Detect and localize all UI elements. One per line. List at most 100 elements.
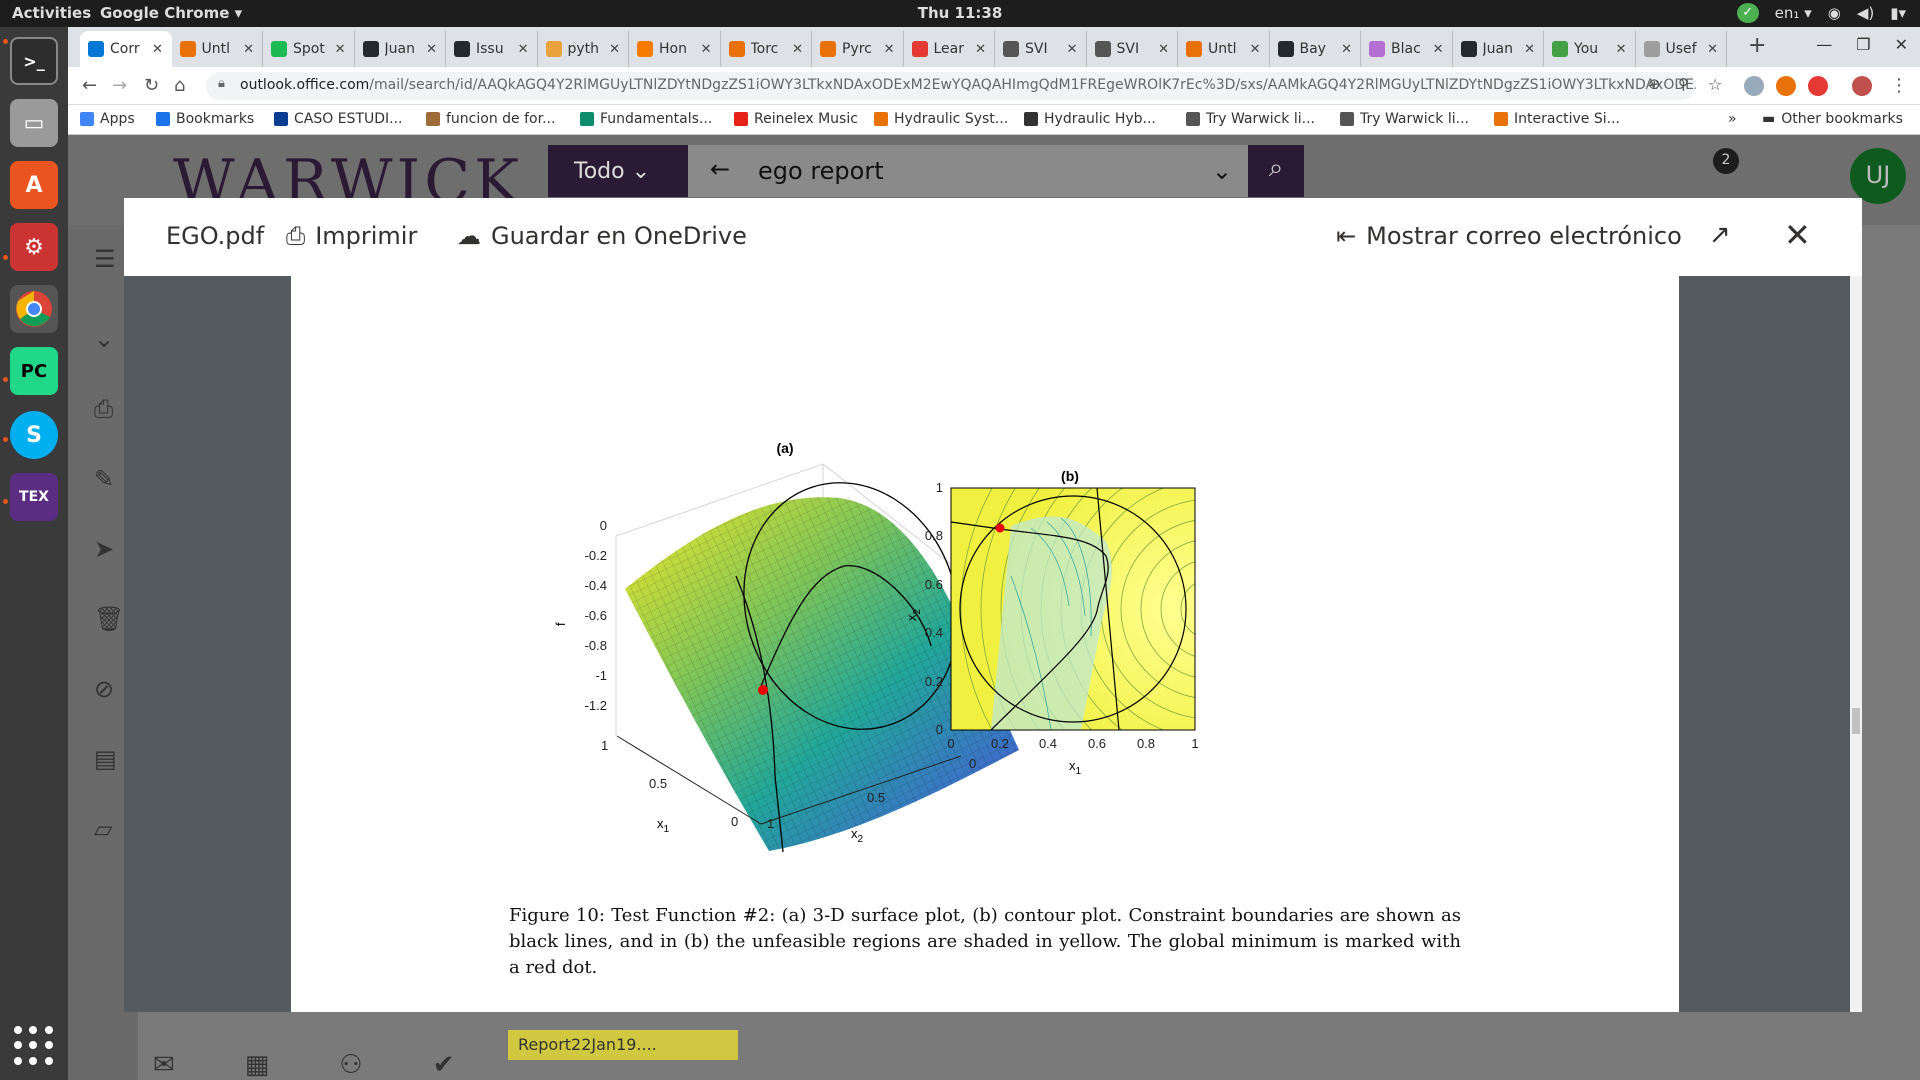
- bookmark-item[interactable]: Apps: [80, 111, 135, 127]
- collapse-chevron-icon[interactable]: ⌄: [94, 325, 114, 353]
- scrollbar-thumb[interactable]: [1852, 708, 1860, 734]
- tab-close-icon[interactable]: ✕: [975, 42, 986, 57]
- tab-close-icon[interactable]: ✕: [1250, 42, 1261, 57]
- back-arrow-icon[interactable]: ←: [710, 155, 730, 183]
- search-scope-dropdown[interactable]: Todo ⌄: [548, 145, 688, 197]
- tab-close-icon[interactable]: ✕: [1433, 42, 1444, 57]
- address-bar[interactable]: 🔒︎ outlook.office.com/mail/search/id/AAQ…: [206, 72, 1696, 100]
- home-button[interactable]: ⌂: [174, 75, 185, 96]
- pycharm-icon[interactable]: PC: [10, 347, 58, 395]
- tab[interactable]: Torc ✕: [721, 31, 812, 67]
- tab[interactable]: Juan ✕: [355, 31, 446, 67]
- new-tab-button[interactable]: +: [1748, 33, 1766, 58]
- chrome-icon[interactable]: [10, 285, 58, 333]
- tab[interactable]: Blac ✕: [1361, 31, 1453, 67]
- bookmark-item[interactable]: Try Warwick li...: [1340, 111, 1469, 127]
- popout-icon[interactable]: ↗: [1709, 220, 1731, 250]
- chevron-down-icon[interactable]: ⌄: [1212, 157, 1232, 185]
- tab[interactable]: You ✕: [1544, 31, 1636, 67]
- forward-button[interactable]: →: [112, 75, 127, 96]
- viewer-scrollbar[interactable]: [1850, 276, 1862, 1012]
- close-icon[interactable]: ✕: [1784, 216, 1811, 254]
- tab[interactable]: Pyrc ✕: [812, 31, 904, 67]
- avatar[interactable]: UJ: [1850, 148, 1906, 204]
- bookmark-item[interactable]: Bookmarks: [156, 111, 254, 127]
- restore-button[interactable]: ❐: [1856, 35, 1870, 54]
- hamburger-menu-icon[interactable]: ☰: [94, 245, 116, 273]
- people-icon[interactable]: ⚇: [339, 1050, 362, 1080]
- tab[interactable]: Corr ✕: [80, 31, 172, 67]
- tab-close-icon[interactable]: ✕: [1158, 42, 1169, 57]
- language-indicator[interactable]: en₁ ▾: [1775, 4, 1812, 22]
- attachment-chip[interactable]: Report22Jan19....: [508, 1030, 738, 1060]
- zoom-icon[interactable]: ⚲: [1678, 75, 1689, 93]
- tab[interactable]: SVI ✕: [995, 31, 1087, 67]
- tab[interactable]: Lear ✕: [904, 31, 995, 67]
- archive-icon[interactable]: ▤: [94, 745, 117, 773]
- tab[interactable]: pyth ✕: [538, 31, 629, 67]
- close-window-button[interactable]: ✕: [1895, 35, 1908, 54]
- save-onedrive-button[interactable]: ☁ Guardar en OneDrive: [457, 222, 747, 250]
- drafts-pencil-icon[interactable]: ✎: [94, 465, 114, 493]
- software-center-icon[interactable]: A: [10, 161, 58, 209]
- tasks-check-icon[interactable]: ✔: [433, 1050, 455, 1080]
- bookmark-item[interactable]: Hydraulic Hyb...: [1024, 111, 1156, 127]
- activities-button[interactable]: Activities: [12, 4, 91, 22]
- bookmark-item[interactable]: Try Warwick li...: [1186, 111, 1315, 127]
- tab-close-icon[interactable]: ✕: [1616, 42, 1627, 57]
- print-button[interactable]: ⎙ Imprimir: [286, 222, 417, 250]
- bookmark-star-icon[interactable]: ☆: [1708, 75, 1722, 94]
- tab-close-icon[interactable]: ✕: [1067, 42, 1078, 57]
- search-button[interactable]: ⌕: [1248, 145, 1304, 197]
- terminal-icon[interactable]: >_: [10, 37, 58, 85]
- tab[interactable]: Juan ✕: [1453, 31, 1544, 67]
- tab-close-icon[interactable]: ✕: [426, 42, 437, 57]
- battery-icon[interactable]: ▮▾: [1890, 4, 1906, 22]
- calendar-icon[interactable]: ▦: [245, 1050, 270, 1080]
- minimize-button[interactable]: —: [1816, 35, 1832, 54]
- bookmark-item[interactable]: Fundamentals...: [580, 111, 712, 127]
- inbox-icon[interactable]: ⎙: [94, 395, 113, 423]
- update-check-icon[interactable]: ✓: [1736, 3, 1759, 23]
- extension-icon[interactable]: [1808, 76, 1828, 96]
- tab-close-icon[interactable]: ✕: [1524, 42, 1535, 57]
- app-menu[interactable]: Google Chrome ▾: [100, 4, 242, 22]
- volume-icon[interactable]: ◀): [1857, 4, 1874, 22]
- tab-close-icon[interactable]: ✕: [1341, 42, 1352, 57]
- junk-icon[interactable]: ⊘: [94, 675, 114, 703]
- profile-icon[interactable]: [1852, 76, 1872, 96]
- extension-icon[interactable]: [1776, 76, 1796, 96]
- wifi-icon[interactable]: ◉: [1828, 4, 1841, 22]
- tab-close-icon[interactable]: ✕: [792, 42, 803, 57]
- tab[interactable]: Issu ✕: [446, 31, 538, 67]
- notification-badge[interactable]: 2: [1713, 148, 1739, 174]
- tab-close-icon[interactable]: ✕: [701, 42, 712, 57]
- mail-icon[interactable]: ✉: [153, 1050, 175, 1080]
- tab-close-icon[interactable]: ✕: [335, 42, 346, 57]
- tab-close-icon[interactable]: ✕: [609, 42, 620, 57]
- bookmark-item[interactable]: Reinelex Music: [734, 111, 858, 127]
- skype-icon[interactable]: S: [10, 411, 58, 459]
- settings-tool-icon[interactable]: ⚙: [10, 223, 58, 271]
- tab-close-icon[interactable]: ✕: [1707, 42, 1718, 57]
- bookmark-item[interactable]: Interactive Si...: [1494, 111, 1620, 127]
- tab-close-icon[interactable]: ✕: [243, 42, 254, 57]
- files-icon[interactable]: ▭: [10, 99, 58, 147]
- menu-icon[interactable]: ⋮: [1890, 75, 1908, 96]
- reload-button[interactable]: ↻: [144, 75, 159, 96]
- tab[interactable]: Bay ✕: [1270, 31, 1361, 67]
- tab[interactable]: Spot ✕: [263, 31, 355, 67]
- tab[interactable]: SVI ✕: [1087, 31, 1178, 67]
- bookmarks-overflow-button[interactable]: »: [1728, 111, 1737, 127]
- tab-close-icon[interactable]: ✕: [884, 42, 895, 57]
- tab[interactable]: Hon ✕: [629, 31, 721, 67]
- install-icon[interactable]: ⊕: [1648, 75, 1661, 93]
- bookmark-item[interactable]: Hydraulic Syst...: [874, 111, 1008, 127]
- texmaker-icon[interactable]: TEX: [10, 473, 58, 521]
- show-email-button[interactable]: ⇤ Mostrar correo electrónico: [1336, 222, 1682, 250]
- system-tray[interactable]: ✓ en₁ ▾ ◉ ◀) ▮▾: [1736, 3, 1906, 23]
- show-applications-icon[interactable]: [14, 1026, 54, 1066]
- notes-icon[interactable]: ▱: [94, 815, 112, 843]
- back-button[interactable]: ←: [82, 75, 97, 96]
- tab[interactable]: Untl ✕: [172, 31, 263, 67]
